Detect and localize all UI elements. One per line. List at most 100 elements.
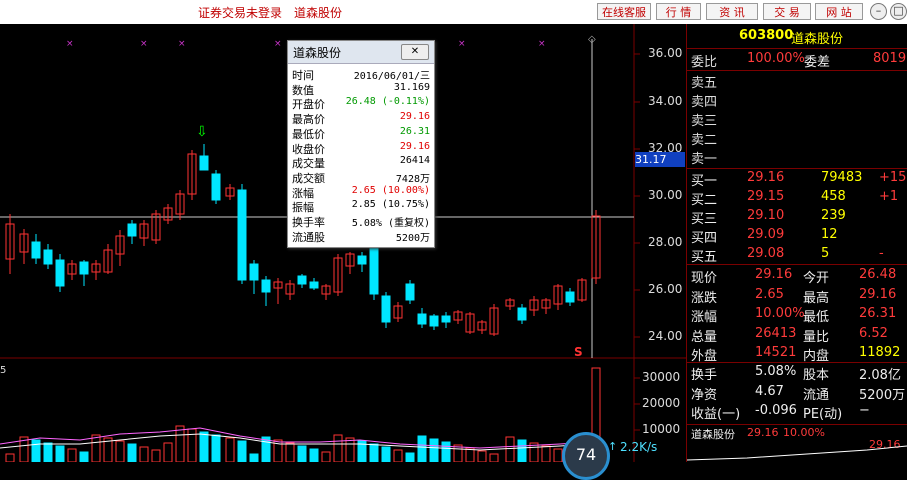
volume-bar <box>517 439 527 463</box>
tooltip-titlebar[interactable]: 道森股份 ✕ <box>288 41 434 64</box>
volume-bar <box>309 448 319 463</box>
cursor-diamond-icon: ◇ <box>588 34 596 45</box>
minimize-icon[interactable]: – <box>870 3 887 20</box>
stat-label: 今开 <box>803 271 830 286</box>
candle-body <box>441 315 451 323</box>
candle-body <box>31 241 41 259</box>
market-button[interactable]: 行 情 <box>656 3 701 20</box>
volume-group <box>5 367 601 463</box>
quote-tooltip-window[interactable]: 道森股份 ✕ 时间 2016/06/01/三 数值 31.169 开盘价 26.48 (-… <box>287 40 435 248</box>
volume-bar <box>477 450 487 463</box>
volume-bar <box>321 451 331 463</box>
tooltip-row-key: 数值 <box>292 83 314 97</box>
signal-s-mark: S <box>574 345 583 359</box>
price-tick: 26.00 <box>648 282 683 296</box>
event-mark-icon: × <box>178 39 186 49</box>
candle-body <box>517 307 527 321</box>
volume-bar <box>67 448 77 463</box>
speed-gauge: 74 <box>562 432 610 480</box>
weibi-row: 委比 100.00% 委差 80197 <box>687 51 907 70</box>
sell-level-label: 卖五 <box>691 76 718 91</box>
buy-level-change: +1 <box>879 189 899 204</box>
weibi-value: 100.00% <box>747 51 805 66</box>
candle-body <box>127 223 137 237</box>
volume-bar <box>345 437 355 463</box>
tooltip-row-value: 29.16 <box>399 140 430 152</box>
buy-level-price: 29.16 <box>747 170 785 185</box>
volume-bar <box>553 448 563 463</box>
stat-row: 涨跌 2.65 最高 29.16 <box>687 287 907 306</box>
maximize-icon[interactable]: □ <box>890 3 907 20</box>
tooltip-row: 收盘价 29.16 <box>292 140 430 156</box>
candle-body <box>237 189 247 281</box>
tooltip-row-value: 29.16 <box>399 111 430 123</box>
online-service-button[interactable]: 在线客服 <box>597 3 651 20</box>
tooltip-row: 换手率 5.08% (重复权) <box>292 214 430 229</box>
stat-label: 涨幅 <box>691 310 718 325</box>
stat-label: 总量 <box>691 329 718 345</box>
quote-panel: 603800 道森股份 委比 100.00% 委差 80197 卖五卖四卖三卖二… <box>686 24 907 462</box>
tooltip-row: 成交量 26414 <box>292 155 430 170</box>
tooltip-row: 数值 31.169 <box>292 82 430 97</box>
news-button[interactable]: 资 讯 <box>706 3 758 20</box>
stat-label: 换手 <box>691 368 718 383</box>
candle-body <box>309 281 319 289</box>
stat-value: 26.31 <box>859 306 897 321</box>
stat-value: 29.16 <box>755 267 793 282</box>
stat-label: 量比 <box>803 329 830 345</box>
stat-value: 26.48 <box>859 267 897 282</box>
close-icon[interactable]: ✕ <box>401 44 429 60</box>
mini-chart <box>687 445 907 461</box>
net-speed: 2.2K/s <box>620 440 658 454</box>
buy-level-volume: 12 <box>821 227 838 242</box>
stat-value: 26413 <box>755 325 797 341</box>
stat-row: 换手 5.08% 股本 2.08亿 <box>687 364 907 383</box>
mini-pct: 10.00% <box>783 426 825 439</box>
website-button[interactable]: 网 站 <box>815 3 863 20</box>
stat-value: 5.08% <box>755 364 797 379</box>
tooltip-row: 时间 2016/06/01/三 <box>292 67 430 82</box>
tooltip-row-value: 7428万 <box>395 173 430 185</box>
volume-bar <box>5 453 15 463</box>
volume-bar <box>541 445 551 463</box>
buy-level-volume: 79483 <box>821 170 863 185</box>
candle-body <box>249 263 259 281</box>
stat-label: 流通 <box>803 387 830 403</box>
volume-bar <box>285 442 295 463</box>
top-bar: 证券交易未登录 道森股份 在线客服 行 情 资 讯 交 易 网 站 – □ <box>0 0 907 24</box>
candle-body <box>199 155 209 171</box>
price-tick: 30.00 <box>648 188 683 202</box>
buy-level-row: 买三 29.10 239 <box>687 208 907 227</box>
stat-row: 净资 4.67 流通 5200万 <box>687 384 907 403</box>
volume-ma1-line <box>0 427 591 449</box>
tooltip-row-value: 5.08% (重复权) <box>351 218 430 229</box>
trade-button[interactable]: 交 易 <box>763 3 811 20</box>
sell-level-row: 卖五 <box>687 72 907 91</box>
volume-tick: 20000 <box>642 396 681 410</box>
tooltip-row-key: 收盘价 <box>292 142 325 156</box>
candle-body <box>357 255 367 265</box>
sell-level-label: 卖三 <box>691 114 718 129</box>
stat-value: 14521 <box>755 345 797 360</box>
tooltip-row: 振幅 2.85 (10.75%) <box>292 199 430 214</box>
stat-value: 5200万 <box>859 387 906 403</box>
stat-value: 2.65 <box>755 286 784 302</box>
sell-level-row: 卖一 <box>687 148 907 167</box>
volume-bar <box>91 434 101 463</box>
buy-level-volume: 458 <box>821 189 846 204</box>
volume-bar <box>393 449 403 463</box>
buy-level-row: 买五 29.08 5 - <box>687 246 907 265</box>
candle-body <box>261 279 271 293</box>
buy-level-price: 29.08 <box>747 246 785 261</box>
stat-value: 10.00% <box>755 306 805 321</box>
buy-level-label: 买三 <box>691 212 718 227</box>
tooltip-title: 道森股份 <box>293 46 342 60</box>
volume-bar <box>441 441 451 463</box>
buy-level-label: 买一 <box>691 174 718 189</box>
candle-body <box>43 249 53 265</box>
tooltip-row-value: 5200万 <box>395 232 430 244</box>
volume-tick: 30000 <box>642 370 681 384</box>
candle-body <box>565 291 575 303</box>
volume-bar <box>237 440 247 463</box>
stat-row: 现价 29.16 今开 26.48 <box>687 267 907 286</box>
